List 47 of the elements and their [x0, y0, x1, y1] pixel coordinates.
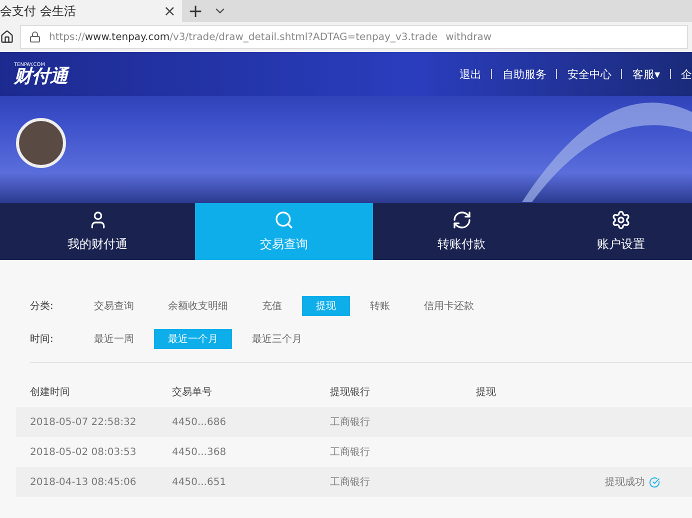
column-header: 提现 — [476, 386, 497, 399]
filter-option[interactable]: 余额收支明细 — [154, 296, 242, 316]
table-cell-text: 4450...368 — [172, 446, 228, 458]
lock-icon — [29, 31, 41, 43]
nav-tab[interactable]: 账户设置 — [550, 203, 692, 260]
avatar — [16, 118, 66, 168]
header-link[interactable]: 退出 — [459, 66, 482, 82]
table-cell-text: 2018-04-13 08:45:06 — [30, 476, 138, 488]
home-icon[interactable] — [0, 30, 14, 44]
table-cell-text: 4450...686 — [172, 416, 228, 428]
nav-tab[interactable]: 转账付款 — [373, 203, 550, 260]
table-cell-text: 2018-05-07 22:58:32 — [30, 416, 138, 428]
table-row[interactable]: 2018-05-07 22:58:32 4450...686 工商银行 — [16, 407, 692, 437]
nav-tab[interactable]: 我的财付通 — [0, 203, 195, 260]
header-link[interactable]: 安全中心 — [567, 66, 612, 82]
filter-option[interactable]: 最近一周 — [80, 329, 148, 349]
settings-icon — [611, 210, 631, 230]
browser-tab[interactable]: 会支付 会生活 × — [0, 0, 182, 22]
url-text: https://www.tenpay.com/v3/trade/draw_detail.shtml?ADTAG=tenpay_v3.trade — [49, 32, 438, 42]
filter-option[interactable]: 转账 — [356, 296, 404, 316]
close-tab-button[interactable]: × — [163, 2, 176, 20]
filter-label: 时间: — [30, 332, 54, 346]
new-tab-button[interactable]: + — [188, 0, 204, 22]
header-link[interactable]: 客服▾ — [632, 66, 660, 82]
table-cell-text: 工商银行 — [330, 476, 371, 489]
table-cell-text: 4450...651 — [172, 476, 228, 488]
column-header: 创建时间 — [30, 386, 71, 399]
header-link[interactable]: 企 — [681, 66, 692, 82]
table-cell-text: 2018-05-02 08:03:53 — [30, 446, 138, 458]
check-circle-icon — [649, 476, 660, 488]
table-cell-text: 工商银行 — [330, 416, 371, 429]
filter-option[interactable]: 充值 — [248, 296, 296, 316]
column-header: 提现银行 — [330, 386, 371, 399]
search-icon — [274, 210, 294, 230]
filter-option[interactable]: 最近三个月 — [238, 329, 316, 349]
status-cell: 提现成功 — [605, 475, 692, 489]
table-cell-text: 工商银行 — [330, 446, 371, 459]
filter-option[interactable]: 信用卡还款 — [410, 296, 488, 316]
table-row[interactable]: 2018-05-02 08:03:53 4450...368 工商银行 — [16, 437, 692, 467]
url-text: withdraw — [446, 32, 492, 42]
table-row[interactable]: 2018-04-13 08:45:06 4450...651 工商银行 提现成功 — [16, 467, 692, 497]
address-bar[interactable]: https://www.tenpay.com/v3/trade/draw_detail.shtml?ADTAG=tenpay_v3.trade withdraw — [20, 25, 688, 49]
refresh-icon — [452, 210, 472, 230]
column-header: 交易单号 — [172, 386, 213, 399]
header-link[interactable]: 自助服务 — [502, 66, 546, 82]
filter-label: 分类: — [30, 300, 54, 313]
filter-option[interactable]: 交易查询 — [80, 296, 148, 316]
